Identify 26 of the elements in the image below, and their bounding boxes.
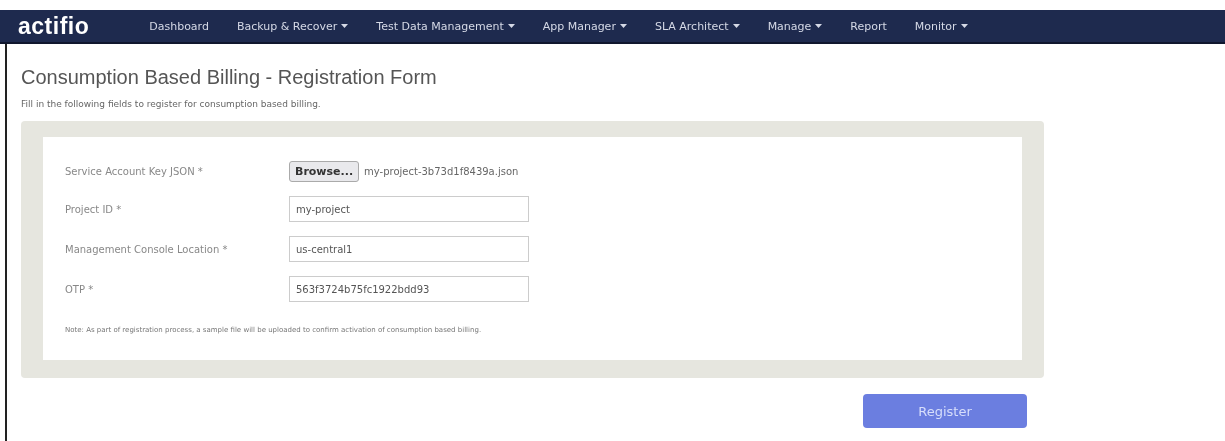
nav-item[interactable]: Test Data Management (376, 19, 515, 33)
nav-item[interactable]: Manage (767, 19, 823, 33)
caret-icon (507, 24, 515, 28)
page-title: Consumption Based Billing - Registration Form (21, 66, 438, 89)
nav-item[interactable]: SLA Architect (654, 19, 740, 33)
input-field[interactable]: us-central1 (289, 236, 529, 262)
caret-icon (815, 24, 823, 28)
page-subtitle: Fill in the following fields to register for consumption based billing. (21, 99, 322, 109)
nav-item[interactable]: Report (850, 19, 887, 33)
input-field[interactable]: my-project (289, 196, 529, 222)
caret-icon (341, 24, 349, 28)
field-label: OTP * (65, 283, 95, 295)
field-label: Management Console Location * (65, 243, 229, 255)
caret-icon (732, 24, 740, 28)
logo: actifio (18, 12, 90, 40)
caret-icon (960, 24, 968, 28)
nav-item[interactable]: Dashboard (149, 19, 209, 33)
nav-item[interactable]: App Manager (542, 19, 627, 33)
input-field[interactable]: 563f3724b75fc1922bdd93 (289, 276, 529, 302)
field-label: Service Account Key JSON * (65, 166, 204, 177)
browse-button[interactable]: Browse... (289, 161, 360, 182)
file-name: my-project-3b73d1f8439a.json (364, 166, 519, 177)
nav-item[interactable]: Monitor (914, 19, 968, 33)
caret-icon (619, 24, 627, 28)
field-label: Project ID * (65, 203, 123, 215)
nav-item[interactable]: Backup & Recover (236, 19, 349, 33)
